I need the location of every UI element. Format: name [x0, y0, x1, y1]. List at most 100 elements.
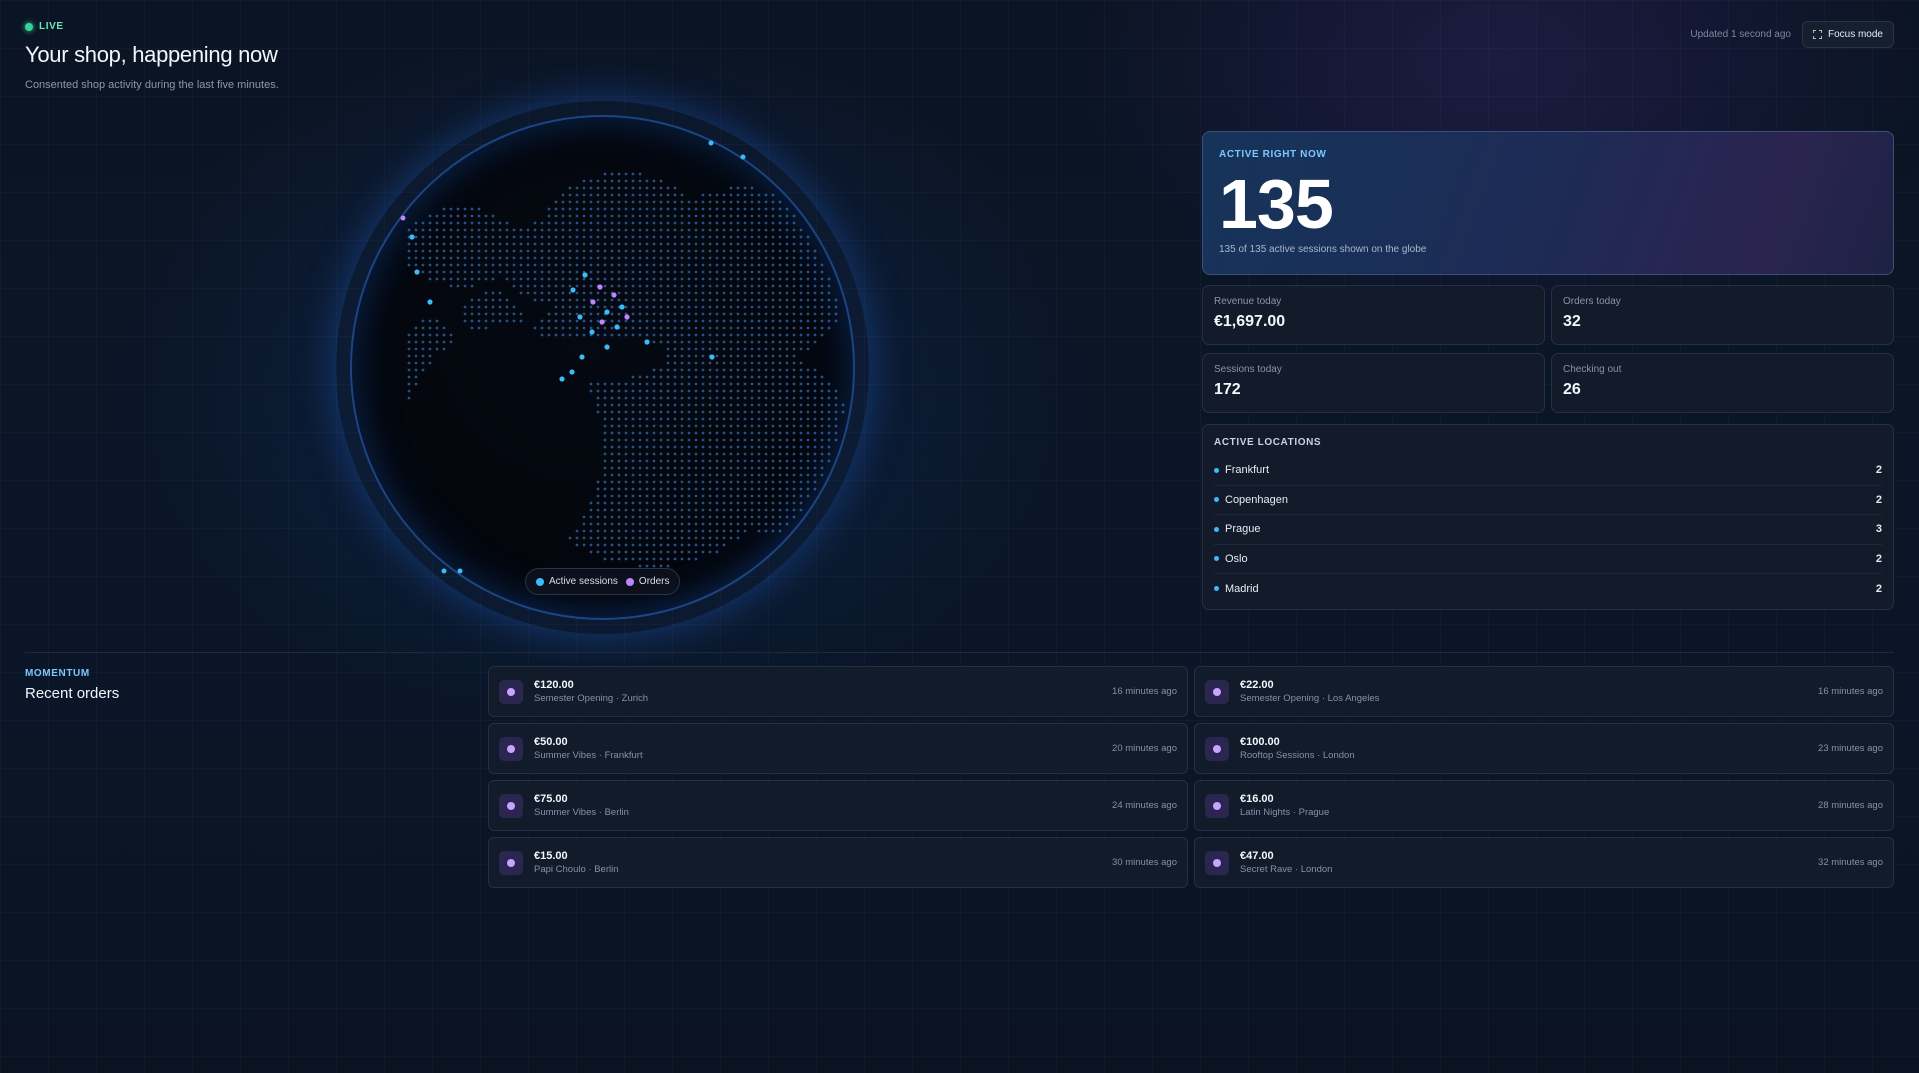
- stat-label: Orders today: [1563, 296, 1621, 307]
- order-amount: €50.00: [534, 736, 568, 748]
- order-dot-icon: [1205, 679, 1229, 704]
- order-marker: [599, 319, 605, 325]
- focus-mode-label: Focus mode: [1827, 29, 1883, 40]
- order-card[interactable]: €75.00 Summer Vibes · Berlin 24 minutes a…: [488, 780, 1188, 831]
- session-marker: [427, 299, 433, 305]
- stat-orders-today: Orders today 32: [1551, 285, 1894, 345]
- session-marker: [589, 329, 595, 335]
- order-card[interactable]: €100.00 Rooftop Sessions · London 23 minu…: [1194, 723, 1894, 774]
- updated-timestamp: Updated 1 second ago: [1690, 29, 1791, 40]
- active-now-value: 135: [1219, 165, 1334, 243]
- location-name: Copenhagen: [1225, 493, 1289, 506]
- order-time: 16 minutes ago: [1818, 686, 1883, 697]
- location-dot-icon: [1214, 556, 1219, 562]
- stat-value: €1,697.00: [1214, 313, 1286, 330]
- order-card[interactable]: €120.00 Semester Opening · Zurich 16 minu…: [488, 666, 1188, 717]
- focus-mode-button[interactable]: Focus mode: [1801, 21, 1894, 48]
- order-dot-icon: [499, 793, 523, 818]
- order-marker: [624, 314, 630, 320]
- stat-label: Sessions today: [1214, 364, 1282, 375]
- active-locations-panel: ACTIVE LOCATIONS Frankfurt 2 Copenhagen …: [1202, 424, 1894, 610]
- order-card[interactable]: €50.00 Summer Vibes · Frankfurt 20 minute…: [488, 723, 1188, 774]
- order-meta: Semester Opening · Los Angeles: [1240, 693, 1380, 704]
- legend-sessions-label: Active sessions: [549, 576, 618, 587]
- page-subtitle: Consented shop activity during the last …: [25, 79, 279, 91]
- order-marker: [590, 299, 596, 305]
- stat-checking-out: Checking out 26: [1551, 353, 1894, 413]
- location-row[interactable]: Copenhagen 2: [1214, 486, 1882, 515]
- order-card[interactable]: €15.00 Papi Choulo · Berlin 30 minutes ag…: [488, 837, 1188, 888]
- order-time: 32 minutes ago: [1818, 857, 1883, 868]
- live-indicator: LIVE: [25, 21, 64, 32]
- order-amount: €120.00: [534, 679, 574, 691]
- stat-sessions-today: Sessions today 172: [1202, 353, 1545, 413]
- location-count: 2: [1875, 464, 1882, 477]
- order-meta: Rooftop Sessions · London: [1240, 750, 1355, 761]
- sessions-dot-icon: [536, 577, 544, 586]
- location-row[interactable]: Frankfurt 2: [1214, 456, 1882, 486]
- order-meta: Secret Rave · London: [1240, 864, 1333, 875]
- order-meta: Semester Opening · Zurich: [534, 693, 649, 704]
- order-meta: Latin Nights · Prague: [1240, 807, 1330, 818]
- order-card[interactable]: €47.00 Secret Rave · London 32 minutes ag…: [1194, 837, 1894, 888]
- active-now-card: ACTIVE RIGHT NOW 135 135 of 135 active s…: [1202, 131, 1894, 275]
- location-name: Madrid: [1225, 582, 1259, 595]
- orders-dot-icon: [625, 577, 634, 586]
- active-now-label: ACTIVE RIGHT NOW: [1219, 149, 1327, 160]
- stat-label: Revenue today: [1214, 296, 1282, 307]
- session-marker: [709, 354, 715, 360]
- order-time: 23 minutes ago: [1818, 743, 1883, 754]
- order-amount: €15.00: [534, 850, 568, 862]
- order-time: 16 minutes ago: [1112, 686, 1177, 697]
- order-amount: €47.00: [1240, 850, 1274, 862]
- globe[interactable]: [350, 115, 855, 620]
- order-card[interactable]: €16.00 Latin Nights · Prague 28 minutes a…: [1194, 780, 1894, 831]
- order-meta: Summer Vibes · Berlin: [534, 807, 629, 818]
- legend-sessions: Active sessions: [536, 576, 618, 587]
- order-card[interactable]: €22.00 Semester Opening · Los Angeles 16 …: [1194, 666, 1894, 717]
- location-name: Oslo: [1225, 552, 1248, 565]
- location-row[interactable]: Prague 3: [1214, 515, 1882, 545]
- page-title: Your shop, happening now: [25, 42, 278, 67]
- globe-sphere: [350, 115, 855, 620]
- session-marker: [604, 309, 610, 315]
- section-divider: [25, 652, 1894, 653]
- order-amount: €100.00: [1240, 736, 1280, 748]
- live-dot-icon: [25, 22, 33, 31]
- stat-label: Checking out: [1563, 364, 1622, 375]
- stat-value: 172: [1214, 381, 1241, 398]
- active-now-subtext: 135 of 135 active sessions shown on the …: [1219, 244, 1427, 255]
- order-time: 28 minutes ago: [1818, 800, 1883, 811]
- location-count: 2: [1875, 552, 1882, 565]
- order-dot-icon: [1205, 736, 1229, 761]
- location-row[interactable]: Oslo 2: [1214, 545, 1882, 574]
- globe-map: [407, 172, 845, 568]
- recent-orders-title: Recent orders: [25, 685, 120, 702]
- legend-orders-label: Orders: [638, 576, 670, 587]
- location-count: 2: [1875, 582, 1882, 595]
- location-count: 2: [1875, 493, 1882, 506]
- legend-orders: Orders: [625, 576, 670, 587]
- order-time: 24 minutes ago: [1112, 800, 1177, 811]
- order-time: 30 minutes ago: [1112, 857, 1177, 868]
- order-marker: [597, 284, 603, 290]
- session-marker: [604, 344, 610, 350]
- order-meta: Summer Vibes · Frankfurt: [534, 750, 643, 761]
- order-meta: Papi Choulo · Berlin: [534, 864, 619, 875]
- location-dot-icon: [1214, 467, 1219, 473]
- stat-value: 32: [1563, 313, 1581, 330]
- active-locations-heading: ACTIVE LOCATIONS: [1214, 437, 1322, 448]
- session-marker: [559, 376, 565, 382]
- location-dot-icon: [1214, 586, 1219, 592]
- session-marker: [414, 269, 420, 275]
- session-marker: [577, 314, 583, 320]
- live-label: LIVE: [39, 21, 64, 32]
- order-marker: [611, 292, 617, 298]
- location-count: 3: [1875, 523, 1882, 536]
- session-marker: [409, 234, 415, 240]
- location-row[interactable]: Madrid 2: [1214, 574, 1882, 604]
- session-marker: [614, 324, 620, 330]
- order-amount: €75.00: [534, 793, 568, 805]
- location-dot-icon: [1214, 497, 1219, 503]
- stat-revenue-today: Revenue today €1,697.00: [1202, 285, 1545, 345]
